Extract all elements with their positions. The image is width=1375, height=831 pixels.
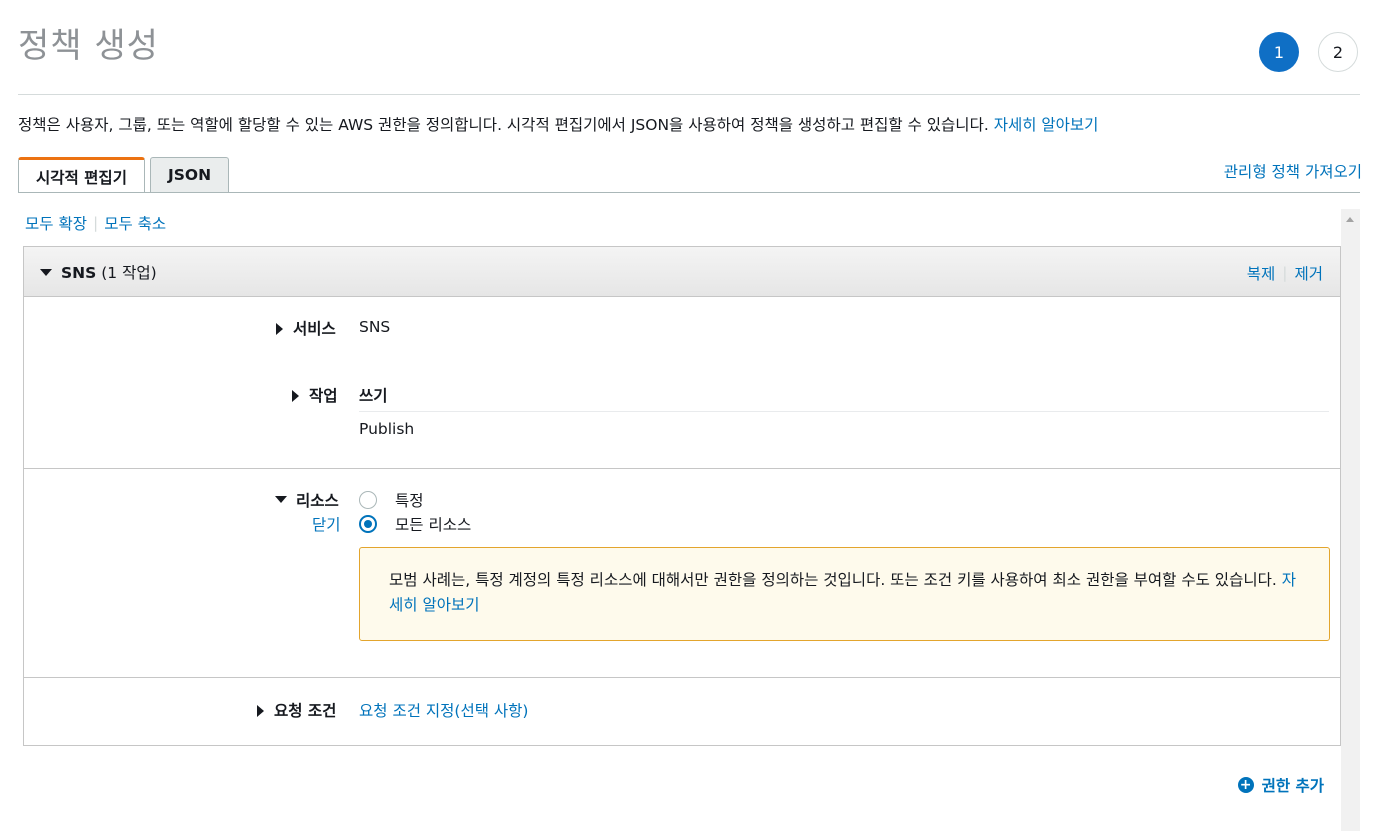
collapse-caret-icon[interactable]	[40, 269, 52, 276]
wizard-steps: 1 2	[1259, 32, 1358, 72]
conditions-toggle[interactable]: 요청 조건	[257, 699, 336, 721]
expand-collapse-controls: 모두 확장 | 모두 축소	[25, 212, 166, 234]
policy-description: 정책은 사용자, 그룹, 또는 역할에 할당할 수 있는 AWS 권한을 정의합…	[18, 113, 1098, 135]
radio-all-resources[interactable]: 모든 리소스	[359, 513, 471, 535]
conditions-label: 요청 조건	[274, 702, 337, 720]
expand-all-link[interactable]: 모두 확장	[25, 212, 87, 234]
radio-specific[interactable]: 특정	[359, 489, 424, 511]
section-divider	[24, 677, 1340, 678]
add-permission-label: 권한 추가	[1261, 777, 1324, 795]
actions-toggle[interactable]: 작업	[292, 384, 338, 406]
section-divider	[24, 468, 1340, 469]
expand-caret-icon	[292, 389, 299, 402]
learn-more-link[interactable]: 자세히 알아보기	[994, 116, 1099, 134]
tab-visual-editor[interactable]: 시각적 편집기	[18, 157, 145, 193]
page-title: 정책 생성	[18, 26, 159, 66]
expand-caret-icon	[276, 322, 283, 335]
block-actions: 복제 | 제거	[1247, 262, 1323, 284]
step-2[interactable]: 2	[1318, 32, 1358, 72]
collapse-caret-icon	[275, 496, 287, 503]
radio-specific-circle[interactable]	[359, 491, 377, 509]
separator: |	[92, 214, 99, 232]
expand-caret-icon	[257, 704, 264, 717]
radio-all-resources-label: 모든 리소스	[395, 516, 472, 534]
notice-text: 모범 사례는, 특정 계정의 특정 리소스에 대해서만 권한을 정의하는 것입니…	[389, 571, 1282, 589]
actions-label: 작업	[309, 387, 338, 405]
tab-json[interactable]: JSON	[149, 157, 230, 192]
permission-block-sns: SNS (1 작업) 복제 | 제거 서비스 SNS 작업 쓰기 Publish…	[23, 246, 1341, 746]
radio-specific-label: 특정	[395, 492, 424, 510]
service-value: SNS	[359, 318, 391, 336]
scroll-up-arrow-icon[interactable]	[1346, 217, 1354, 222]
resources-toggle[interactable]: 리소스	[275, 489, 339, 511]
action-item: Publish	[359, 420, 415, 438]
specify-conditions-link[interactable]: 요청 조건 지정(선택 사항)	[359, 699, 528, 721]
best-practice-notice: 모범 사례는, 특정 계정의 특정 리소스에 대해서만 권한을 정의하는 것입니…	[359, 547, 1330, 641]
separator: |	[1282, 264, 1288, 282]
step-1[interactable]: 1	[1259, 32, 1299, 72]
import-managed-policy-link[interactable]: 관리형 정책 가져오기	[1224, 160, 1362, 182]
service-label: 서비스	[293, 320, 336, 338]
block-service-name: SNS	[61, 264, 97, 282]
resources-label: 리소스	[296, 492, 339, 510]
radio-all-resources-circle[interactable]	[359, 515, 377, 533]
plus-circle-icon: +	[1237, 777, 1254, 793]
service-toggle[interactable]: 서비스	[276, 317, 336, 339]
add-permission-button[interactable]: + 권한 추가	[1237, 774, 1324, 796]
header-divider	[18, 94, 1360, 95]
permission-block-header[interactable]: SNS (1 작업) 복제 | 제거	[24, 247, 1340, 297]
block-action-count: (1 작업)	[101, 264, 157, 282]
clone-link[interactable]: 복제	[1247, 262, 1276, 284]
collapse-all-link[interactable]: 모두 축소	[104, 212, 166, 234]
tabs-divider	[18, 192, 1360, 193]
action-category: 쓰기	[359, 384, 1329, 412]
scrollbar[interactable]	[1341, 209, 1360, 831]
selected-actions: 쓰기 Publish	[359, 384, 1329, 438]
description-text: 정책은 사용자, 그룹, 또는 역할에 할당할 수 있는 AWS 권한을 정의합…	[18, 116, 994, 134]
permission-block-title: SNS (1 작업)	[61, 261, 157, 283]
remove-link[interactable]: 제거	[1294, 262, 1323, 284]
close-resources-link[interactable]: 닫기	[312, 513, 341, 535]
editor-tabs: 시각적 편집기 JSON	[18, 157, 230, 193]
